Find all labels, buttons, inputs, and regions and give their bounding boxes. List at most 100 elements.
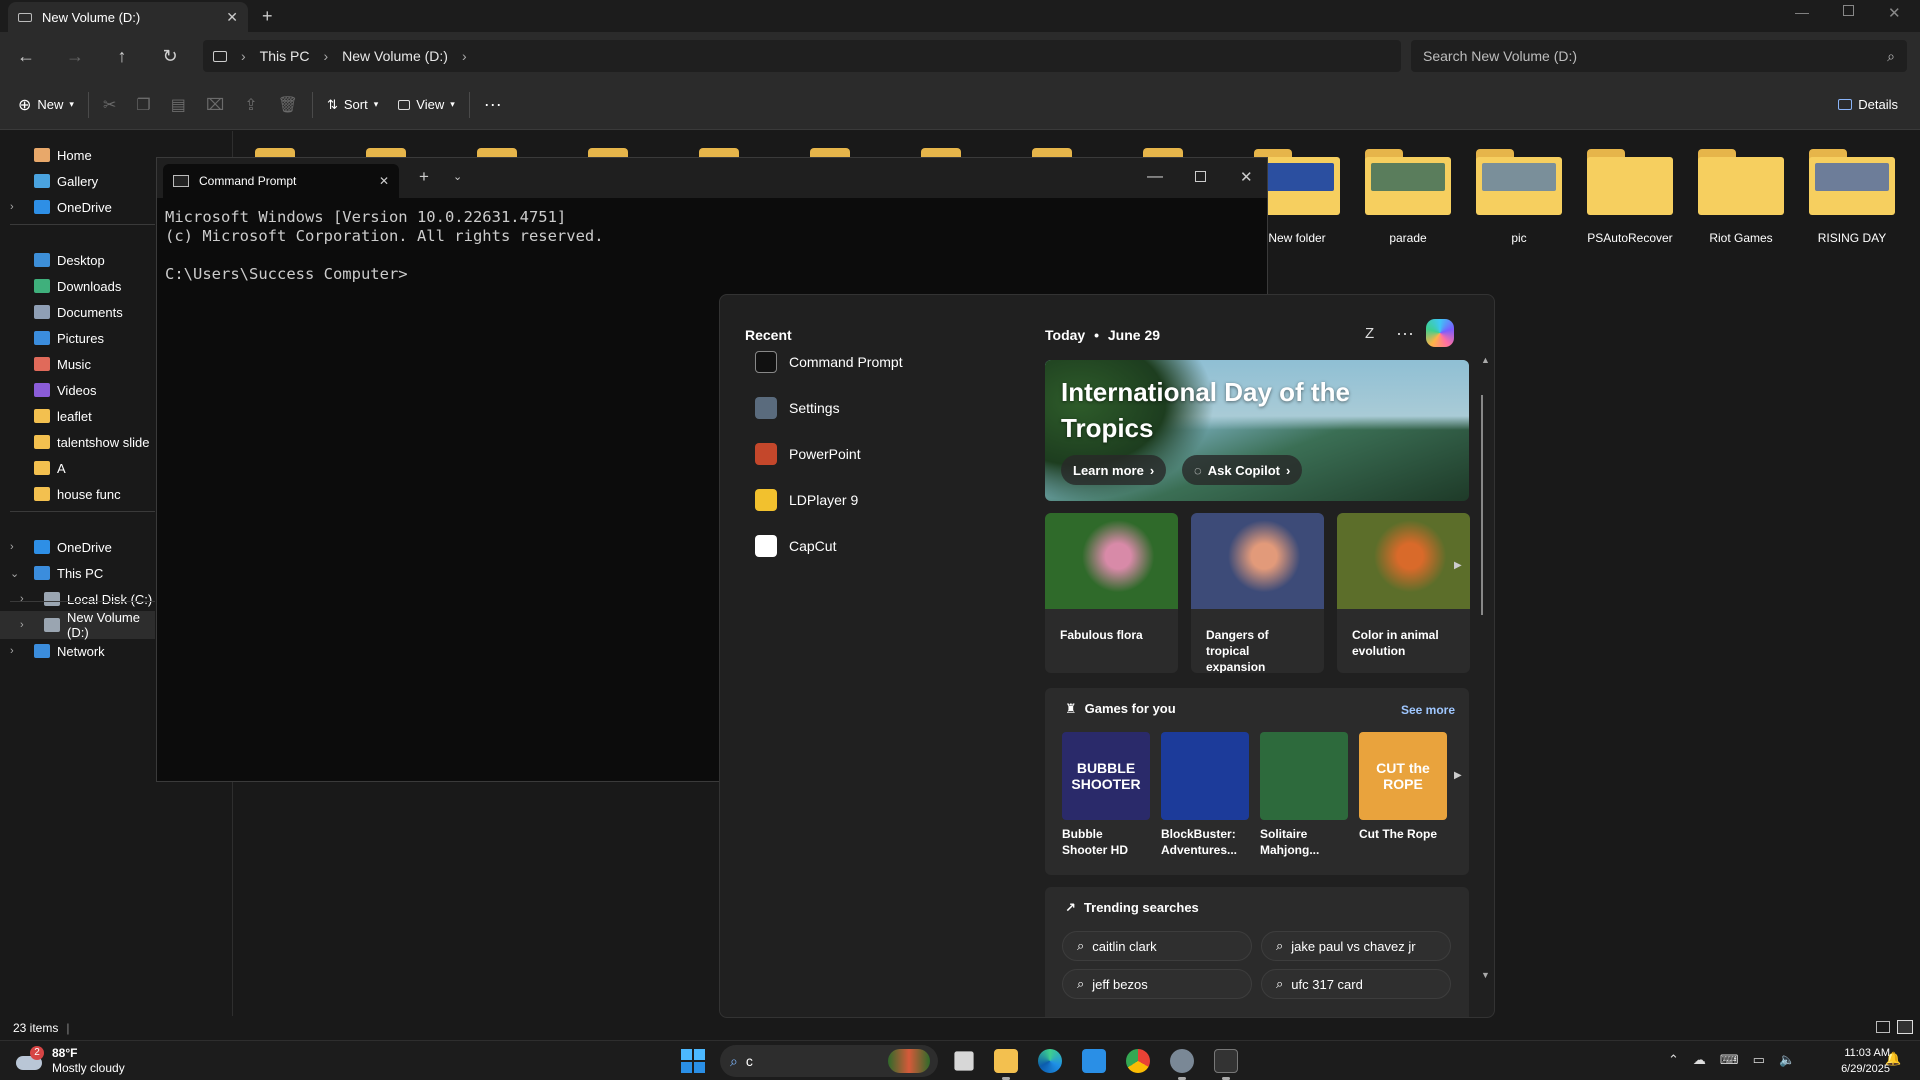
details-button[interactable]: Details <box>1828 89 1908 121</box>
new-tab-button[interactable]: + <box>419 167 429 187</box>
game-tile[interactable]: BlockBuster: Adventures... <box>1161 732 1249 858</box>
sidebar-item-videos[interactable]: Videos <box>0 376 155 404</box>
chevron-right-icon[interactable]: ▶ <box>1454 560 1462 571</box>
scroll-up-icon[interactable]: ▲ <box>1481 355 1490 365</box>
sidebar-item-new-volume-d-[interactable]: › New Volume (D:) <box>0 610 155 640</box>
minimize-button[interactable]: — <box>1795 4 1809 20</box>
volume-icon[interactable]: 🔈 <box>1779 1052 1795 1068</box>
share-icon[interactable]: ⇪ <box>234 89 267 121</box>
task-view-icon[interactable] <box>954 1051 974 1071</box>
console-output[interactable]: Microsoft Windows [Version 10.0.22631.47… <box>157 198 1267 294</box>
trending-chip[interactable]: ⌕ ufc 317 card <box>1261 969 1451 999</box>
sidebar-item-this-pc[interactable]: ⌄ This PC <box>0 559 155 587</box>
folder-item[interactable]: Riot Games <box>1698 149 1784 245</box>
game-tile[interactable]: CUT the ROPE Cut The Rope <box>1359 732 1447 842</box>
scrollbar[interactable]: ▲ ▼ <box>1481 355 1490 1005</box>
game-tile[interactable]: Solitaire Mahjong... <box>1260 732 1348 858</box>
tile-view-icon[interactable] <box>1897 1020 1913 1034</box>
sidebar-item-talentshow-slide[interactable]: talentshow slide <box>0 428 155 456</box>
forward-arrow-icon[interactable]: → <box>55 36 95 76</box>
trending-chip[interactable]: ⌕ jake paul vs chavez jr <box>1261 931 1451 961</box>
breadcrumb-this-pc[interactable]: This PC <box>260 48 310 64</box>
chevron-down-icon[interactable]: ⌄ <box>10 567 19 580</box>
story-card[interactable]: Color in animal evolution <box>1337 513 1470 673</box>
copilot-icon[interactable] <box>1426 319 1454 347</box>
up-arrow-icon[interactable]: ↑ <box>102 36 142 76</box>
search-input[interactable]: Search New Volume (D:) ⌕ <box>1411 40 1907 72</box>
hero-card[interactable]: International Day of the Tropics Learn m… <box>1045 360 1469 501</box>
sidebar-item-pictures[interactable]: Pictures <box>0 324 155 352</box>
folder-item[interactable]: RISING DAY <box>1809 149 1895 245</box>
sidebar-item-a[interactable]: A <box>0 454 155 482</box>
explorer-tab[interactable]: New Volume (D:) ✕ <box>8 2 248 32</box>
recent-item[interactable]: PowerPoint <box>755 443 861 465</box>
sidebar-item-onedrive[interactable]: › OneDrive <box>0 193 155 221</box>
chevron-up-icon[interactable]: ⌃ <box>1668 1052 1679 1068</box>
keyboard-icon[interactable]: ⌨ <box>1720 1052 1739 1068</box>
file-explorer-icon[interactable] <box>994 1049 1018 1073</box>
game-tile[interactable]: BUBBLE SHOOTER Bubble Shooter HD <box>1062 732 1150 858</box>
more-options-icon[interactable]: ··· <box>1396 323 1414 344</box>
maximize-button[interactable] <box>1843 5 1854 16</box>
chevron-right-icon[interactable]: › <box>10 541 14 553</box>
weather-widget[interactable]: 2 88°F Mostly cloudy <box>16 1046 125 1076</box>
chevron-right-icon[interactable]: › <box>10 201 14 213</box>
sidebar-item-house-func[interactable]: house func <box>0 480 155 508</box>
recent-item[interactable]: CapCut <box>755 535 836 557</box>
clock[interactable]: 11:03 AM 6/29/2025 <box>1810 1045 1890 1077</box>
paste-icon[interactable]: ▤ <box>161 89 196 121</box>
chrome-icon[interactable] <box>1126 1049 1150 1073</box>
learn-more-button[interactable]: Learn more › <box>1061 455 1167 485</box>
cmd-tab[interactable]: Command Prompt ✕ <box>163 164 399 198</box>
close-tab-icon[interactable]: ✕ <box>226 9 238 26</box>
chevron-right-icon[interactable]: › <box>20 619 24 631</box>
delete-icon[interactable]: 🗑 <box>268 89 308 121</box>
cut-icon[interactable]: ✂ <box>93 89 126 121</box>
sidebar-item-onedrive[interactable]: › OneDrive <box>0 533 155 561</box>
folder-item[interactable]: PSAutoRecover <box>1587 149 1673 245</box>
taskbar-search-input[interactable]: c <box>746 1053 753 1069</box>
sidebar-item-home[interactable]: Home <box>0 141 155 169</box>
more-options-icon[interactable]: ··· <box>474 89 512 121</box>
terminal-icon[interactable] <box>1214 1049 1238 1073</box>
minimize-button[interactable]: — <box>1147 168 1163 186</box>
sidebar-item-network[interactable]: › Network <box>0 637 155 665</box>
view-button[interactable]: View ▾ <box>388 89 464 121</box>
chevron-right-icon[interactable]: ▶ <box>1454 770 1462 781</box>
avatar[interactable]: Z <box>1365 325 1374 342</box>
start-button[interactable] <box>681 1049 705 1073</box>
scroll-down-icon[interactable]: ▼ <box>1481 970 1490 980</box>
edge-icon[interactable] <box>1038 1049 1062 1073</box>
close-tab-icon[interactable]: ✕ <box>379 174 389 188</box>
sort-button[interactable]: ⇅ Sort ▾ <box>317 89 388 121</box>
ask-copilot-button[interactable]: ◌ Ask Copilot › <box>1182 455 1303 485</box>
chevron-right-icon[interactable]: › <box>10 645 14 657</box>
trending-chip[interactable]: ⌕ jeff bezos <box>1062 969 1252 999</box>
new-button[interactable]: ⊕ New ▾ <box>8 89 84 121</box>
recent-item[interactable]: LDPlayer 9 <box>755 489 858 511</box>
sidebar-item-gallery[interactable]: Gallery <box>0 167 155 195</box>
story-card[interactable]: Fabulous flora <box>1045 513 1178 673</box>
chevron-down-icon[interactable]: ⌄ <box>453 170 462 183</box>
notification-bell-icon[interactable]: 🔔 <box>1885 1051 1901 1067</box>
wifi-icon[interactable]: ▭ <box>1753 1052 1765 1068</box>
chevron-right-icon[interactable]: › <box>20 593 24 605</box>
store-icon[interactable] <box>1082 1049 1106 1073</box>
breadcrumb-new-volume[interactable]: New Volume (D:) <box>342 48 448 64</box>
sidebar-item-desktop[interactable]: Desktop <box>0 246 155 274</box>
recent-item[interactable]: Command Prompt <box>755 351 903 373</box>
copy-icon[interactable]: ❐ <box>126 89 160 121</box>
settings-gear-icon[interactable] <box>1170 1049 1194 1073</box>
back-arrow-icon[interactable]: ← <box>6 36 46 76</box>
close-window-button[interactable]: ✕ <box>1240 168 1253 186</box>
folder-item[interactable]: parade <box>1365 149 1451 245</box>
maximize-button[interactable] <box>1195 171 1206 182</box>
taskbar-search[interactable]: ⌕ c <box>720 1045 938 1077</box>
rename-icon[interactable]: ⌧ <box>196 89 234 121</box>
search-highlight-icon[interactable] <box>888 1049 930 1073</box>
refresh-icon[interactable]: ↻ <box>150 36 190 76</box>
see-more-link[interactable]: See more <box>1401 703 1455 717</box>
sidebar-item-local-disk-c-[interactable]: › Local Disk (C:) <box>0 585 155 613</box>
sidebar-item-music[interactable]: Music <box>0 350 155 378</box>
recent-item[interactable]: Settings <box>755 397 840 419</box>
